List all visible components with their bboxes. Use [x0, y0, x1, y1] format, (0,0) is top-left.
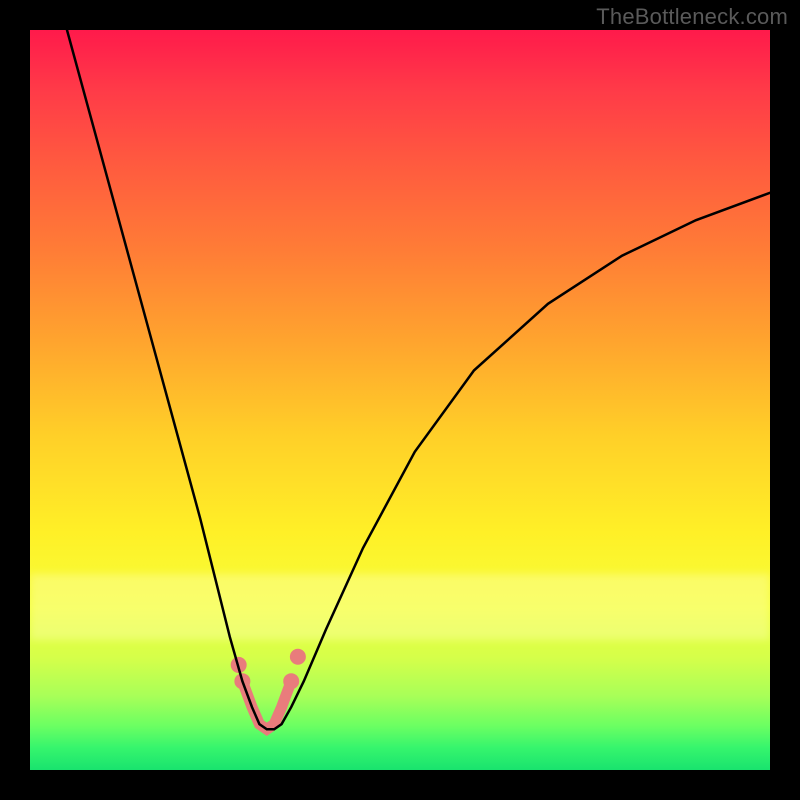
salmon-dot [290, 649, 306, 665]
watermark-text: TheBottleneck.com [596, 4, 788, 30]
salmon-dot [283, 673, 299, 689]
main-curve-path [67, 30, 770, 729]
chart-frame: TheBottleneck.com [0, 0, 800, 800]
chart-svg [30, 30, 770, 770]
plot-area [30, 30, 770, 770]
